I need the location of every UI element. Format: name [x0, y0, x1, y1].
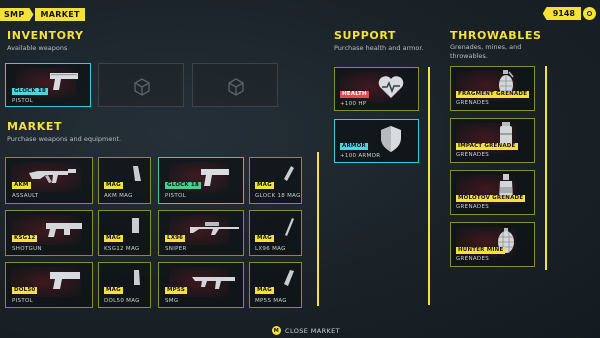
breadcrumb-market: MARKET: [34, 8, 85, 21]
inventory-subtitle: Available weapons: [7, 44, 68, 52]
pistol-icon: [50, 272, 80, 289]
item-name: SHOTGUN: [12, 246, 42, 252]
item-name: PISTOL: [165, 193, 186, 199]
magazine-icon: [133, 166, 141, 181]
market-item-glock18[interactable]: GLOCK 18 PISTOL: [158, 157, 244, 204]
currency-display: 9148: [542, 7, 596, 20]
market-item-mp5s[interactable]: MP5S SMG: [158, 262, 244, 308]
item-name: MP5S MAG: [255, 298, 287, 304]
item-tag: MAG: [255, 287, 274, 294]
item-tag: ARMOR: [340, 143, 368, 150]
inventory-slot-1[interactable]: GLOCK 18 PISTOL: [5, 63, 91, 107]
sniper-icon: [190, 222, 239, 235]
item-tag: GLOCK 18: [165, 182, 201, 189]
currency-amount: 9148: [542, 7, 581, 20]
item-name: KSG12 MAG: [104, 246, 140, 252]
item-tag: MAG: [104, 182, 123, 189]
item-tag: MAG: [104, 287, 123, 294]
market-subtitle: Purchase weapons and equipment.: [7, 135, 122, 143]
item-tag: HUNTER MINE: [456, 247, 506, 254]
item-name: GLOCK 18 MAG: [255, 193, 301, 199]
item-tag: KSG12: [12, 235, 38, 242]
throwable-item-fragment[interactable]: FRAGMENT GRENADE GRENADES: [450, 66, 535, 111]
item-name: GRENADES: [456, 256, 490, 262]
magazine-icon: [285, 218, 294, 236]
smg-icon: [192, 277, 235, 289]
shotgun-icon: [46, 223, 82, 237]
box-icon: [134, 78, 150, 96]
item-name: SMG: [165, 298, 179, 304]
shield-icon: [381, 126, 401, 152]
item-tag: MOLOTOV GRENADE: [456, 195, 526, 202]
item-name: GRENADES: [456, 100, 490, 106]
support-item-health[interactable]: HEALTH +100 HP: [334, 67, 419, 111]
magazine-icon: [134, 270, 140, 285]
item-tag: DOL50: [12, 287, 38, 294]
throwables-scrollbar[interactable]: [545, 66, 547, 270]
market-item-akm-mag[interactable]: MAG AKM MAG: [98, 157, 151, 204]
inventory-slot-3[interactable]: [192, 63, 278, 107]
magazine-icon: [284, 166, 294, 181]
market-item-ksg12-mag[interactable]: MAG KSG12 MAG: [98, 210, 151, 256]
market-item-ksg12[interactable]: KSG12 SHOTGUN: [5, 210, 93, 256]
item-tag: MP5S: [165, 287, 188, 294]
item-tag: LX96: [165, 235, 186, 242]
inventory-slot-name: PISTOL: [12, 98, 33, 104]
throwable-item-molotov[interactable]: MOLOTOV GRENADE GRENADES: [450, 170, 535, 215]
item-name: +100 ARMOR: [340, 153, 381, 159]
item-tag: MAG: [255, 182, 274, 189]
item-tag: FRAGMENT GRENADE: [456, 91, 530, 98]
support-item-armor[interactable]: ARMOR +100 ARMOR: [334, 119, 419, 163]
item-tag: AKM: [12, 182, 31, 189]
item-name: DOL50 MAG: [104, 298, 140, 304]
item-tag: MAG: [104, 235, 123, 242]
item-name: LX96 MAG: [255, 246, 286, 252]
close-market-label: CLOSE MARKET: [285, 326, 341, 335]
pistol-icon: [201, 169, 229, 186]
support-title: SUPPORT: [334, 29, 397, 42]
item-tag: HEALTH: [340, 91, 369, 98]
magazine-icon: [132, 218, 139, 233]
item-name: GRENADES: [456, 152, 490, 158]
inventory-slot-2[interactable]: [98, 63, 184, 107]
item-name: ASSAULT: [12, 193, 39, 199]
throwables-title: THROWABLES: [450, 29, 542, 42]
key-hint-icon: M: [272, 326, 281, 335]
item-name: SNIPER: [165, 246, 187, 252]
inventory-slot-tag: GLOCK 18: [12, 88, 48, 95]
close-market-button[interactable]: M CLOSE MARKET: [272, 326, 340, 335]
inventory-title: INVENTORY: [7, 29, 84, 42]
pistol-icon: [50, 73, 78, 90]
breadcrumb-smp[interactable]: SMP: [0, 8, 34, 21]
item-name: GRENADES: [456, 204, 490, 210]
market-item-dol50-mag[interactable]: MAG DOL50 MAG: [98, 262, 151, 308]
market-item-mp5s-mag[interactable]: MAG MP5S MAG: [249, 262, 302, 308]
breadcrumb: SMP MARKET: [0, 7, 85, 22]
market-item-lx96[interactable]: LX96 SNIPER: [158, 210, 244, 256]
item-tag: IMPACT GRENADE: [456, 143, 518, 150]
market-scrollbar[interactable]: [317, 152, 319, 306]
throwable-item-impact[interactable]: IMPACT GRENADE GRENADES: [450, 118, 535, 163]
market-item-glock18-mag[interactable]: MAG GLOCK 18 MAG: [249, 157, 302, 204]
magazine-icon: [284, 270, 294, 286]
rifle-icon: [29, 169, 76, 183]
market-title: MARKET: [7, 120, 63, 133]
support-subtitle: Purchase health and armor.: [334, 44, 424, 52]
market-item-dol50[interactable]: DOL50 PISTOL: [5, 262, 93, 308]
market-item-lx96-mag[interactable]: MAG LX96 MAG: [249, 210, 302, 256]
coin-icon: [583, 7, 596, 20]
item-name: AKM MAG: [104, 193, 133, 199]
box-icon: [228, 78, 244, 96]
item-name: PISTOL: [12, 298, 33, 304]
throwables-subtitle: Grenades, mines, and throwables.: [450, 43, 522, 60]
throwable-item-hunter-mine[interactable]: HUNTER MINE GRENADES: [450, 222, 535, 267]
item-tag: MAG: [255, 235, 274, 242]
item-name: +100 HP: [340, 101, 367, 107]
market-item-akm[interactable]: AKM ASSAULT: [5, 157, 93, 204]
support-scrollbar[interactable]: [428, 67, 430, 305]
heart-icon: [378, 76, 404, 98]
